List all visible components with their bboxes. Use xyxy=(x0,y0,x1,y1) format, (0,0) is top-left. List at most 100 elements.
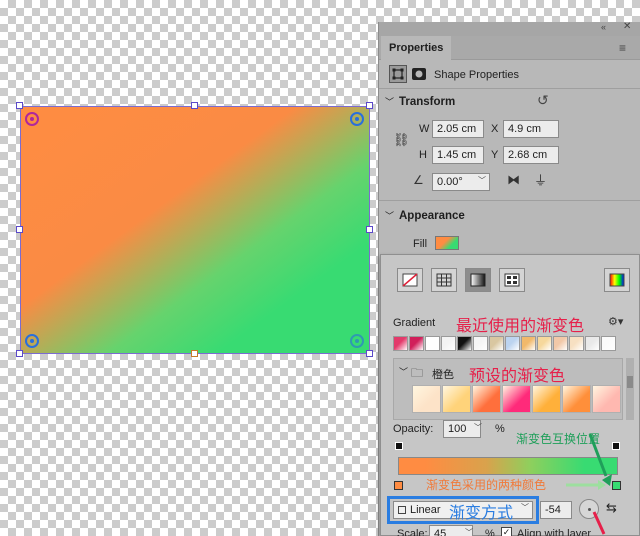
y-input[interactable]: 2.68 cm xyxy=(503,146,559,164)
recent-gradient-swatch[interactable] xyxy=(409,336,424,351)
mask-icon[interactable] xyxy=(410,65,428,83)
swap-gradient-icon[interactable]: ⇆ xyxy=(606,500,617,516)
recent-gradients-row xyxy=(393,336,631,352)
preset-gradient-swatch[interactable] xyxy=(442,385,471,413)
annotation-swap: 渐变色互换位置 xyxy=(516,432,601,446)
preset-gradient-swatch[interactable] xyxy=(412,385,441,413)
recent-gradient-swatch[interactable] xyxy=(473,336,488,351)
panel-menu-icon[interactable]: ≡ xyxy=(619,41,626,55)
w-label: W xyxy=(419,123,430,135)
preset-group: ﹀ 🗀 橙色 预设的渐变色 xyxy=(393,358,623,420)
angle-icon: ∠ xyxy=(413,173,424,187)
h-label: H xyxy=(419,149,427,161)
resize-handle-right[interactable] xyxy=(366,226,373,233)
scale-label: Scale: xyxy=(397,528,428,536)
appearance-title: Appearance xyxy=(399,210,465,222)
collapse-icon[interactable]: « xyxy=(601,22,606,32)
shape-properties-label: Shape Properties xyxy=(434,69,519,81)
resize-handle-bottom[interactable] xyxy=(191,350,198,357)
resize-handle-top-right[interactable] xyxy=(366,102,373,109)
preset-gradient-swatch[interactable] xyxy=(532,385,561,413)
annotation-method: 渐变方式 xyxy=(449,505,514,522)
preset-folder-label: 橙色 xyxy=(432,369,454,381)
gradient-preview-bar[interactable] xyxy=(398,457,618,475)
resize-handle-left[interactable] xyxy=(16,226,23,233)
x-label: X xyxy=(491,123,499,135)
color-stop-left[interactable] xyxy=(394,481,403,490)
preset-gradient-swatch[interactable] xyxy=(592,385,621,413)
panel-top-bar: « ✕ xyxy=(379,21,640,36)
corner-radius-top-right-icon[interactable] xyxy=(350,112,364,126)
recent-gradient-swatch[interactable] xyxy=(553,336,568,351)
fill-label: Fill xyxy=(413,238,428,250)
opacity-stop-right[interactable] xyxy=(612,442,620,450)
reset-icon[interactable]: ↺ xyxy=(537,92,549,109)
recent-gradient-swatch[interactable] xyxy=(569,336,584,351)
flip-vertical-icon[interactable]: ⏚ xyxy=(534,170,547,189)
fill-solid-button[interactable] xyxy=(431,268,457,292)
height-input[interactable]: 1.45 cm xyxy=(432,146,484,164)
link-icon[interactable]: ⛓ xyxy=(393,132,410,148)
chevron-down-icon[interactable]: ﹀ xyxy=(385,209,394,222)
chevron-down-icon[interactable]: ﹀ xyxy=(521,502,529,513)
annotation-recent: 最近使用的渐变色 xyxy=(456,318,585,335)
recent-gradient-swatch[interactable] xyxy=(457,336,472,351)
recent-gradient-swatch[interactable] xyxy=(521,336,536,351)
recent-gradient-swatch[interactable] xyxy=(489,336,504,351)
corner-radius-bottom-right-icon[interactable] xyxy=(350,334,364,348)
divider xyxy=(379,200,640,201)
y-label: Y xyxy=(491,149,499,161)
gradient-angle-input[interactable]: -54 xyxy=(540,501,572,519)
tab-properties[interactable]: Properties xyxy=(381,36,452,60)
fill-popover: Gradient 最近使用的渐变色 ⚙▾ ﹀ 🗀 橙色 预设的渐变色 Opaci… xyxy=(380,254,640,536)
fill-none-button[interactable] xyxy=(397,268,423,292)
fill-gradient-button[interactable] xyxy=(465,268,491,292)
annotation-two-colors: 渐变色采用的两种颜色 xyxy=(426,478,547,492)
preset-gradient-swatch[interactable] xyxy=(472,385,501,413)
angle-dial[interactable] xyxy=(579,499,599,519)
shape-properties-icon[interactable] xyxy=(389,65,407,83)
x-input[interactable]: 4.9 cm xyxy=(503,120,559,138)
color-picker-button[interactable] xyxy=(604,268,630,292)
transform-title: Transform xyxy=(399,96,456,108)
corner-radius-bottom-left-icon[interactable] xyxy=(25,334,39,348)
flip-horizontal-icon[interactable]: ⧓ xyxy=(507,172,520,188)
recent-gradient-swatch[interactable] xyxy=(393,336,408,351)
opacity-unit: % xyxy=(495,423,505,435)
chevron-down-icon[interactable]: ﹀ xyxy=(385,95,394,108)
resize-handle-top[interactable] xyxy=(191,102,198,109)
angle-dropdown-icon[interactable]: ﹀ xyxy=(478,175,486,186)
corner-radius-top-left-icon[interactable] xyxy=(25,112,39,126)
close-icon[interactable]: ✕ xyxy=(623,21,631,32)
chevron-down-icon[interactable]: ﹀ xyxy=(399,365,408,378)
recent-gradient-swatch[interactable] xyxy=(537,336,552,351)
opacity-label: Opacity: xyxy=(393,423,434,435)
recent-gradient-swatch[interactable] xyxy=(601,336,616,351)
align-with-layer-checkbox[interactable]: ✓ xyxy=(501,527,512,536)
width-input[interactable]: 2.05 cm xyxy=(432,120,484,138)
opacity-stop-left[interactable] xyxy=(395,442,403,450)
recent-gradient-swatch[interactable] xyxy=(505,336,520,351)
preset-gradient-swatch[interactable] xyxy=(562,385,591,413)
resize-handle-top-left[interactable] xyxy=(16,102,23,109)
align-with-layer-label: Align with layer xyxy=(517,528,591,536)
recent-gradient-swatch[interactable] xyxy=(585,336,600,351)
gradient-rectangle-shape[interactable] xyxy=(20,106,370,354)
divider xyxy=(379,88,640,89)
resize-handle-bottom-left[interactable] xyxy=(16,350,23,357)
recent-gradient-swatch[interactable] xyxy=(441,336,456,351)
preset-gradient-swatch[interactable] xyxy=(502,385,531,413)
gradient-label: Gradient xyxy=(393,317,436,329)
fill-pattern-button[interactable] xyxy=(499,268,525,292)
panel-tab-bar: Properties ≡ xyxy=(379,36,640,60)
resize-handle-bottom-right[interactable] xyxy=(366,350,373,357)
preset-scrollbar[interactable] xyxy=(626,358,634,420)
opacity-dropdown-icon[interactable]: ﹀ xyxy=(474,422,482,433)
scale-dropdown-icon[interactable]: ﹀ xyxy=(465,527,473,536)
color-stop-right[interactable] xyxy=(612,481,621,490)
gear-icon[interactable]: ⚙▾ xyxy=(608,315,623,328)
preset-gradients-row xyxy=(412,385,621,413)
recent-gradient-swatch[interactable] xyxy=(425,336,440,351)
fill-swatch[interactable] xyxy=(435,236,459,250)
folder-icon: 🗀 xyxy=(411,366,424,380)
